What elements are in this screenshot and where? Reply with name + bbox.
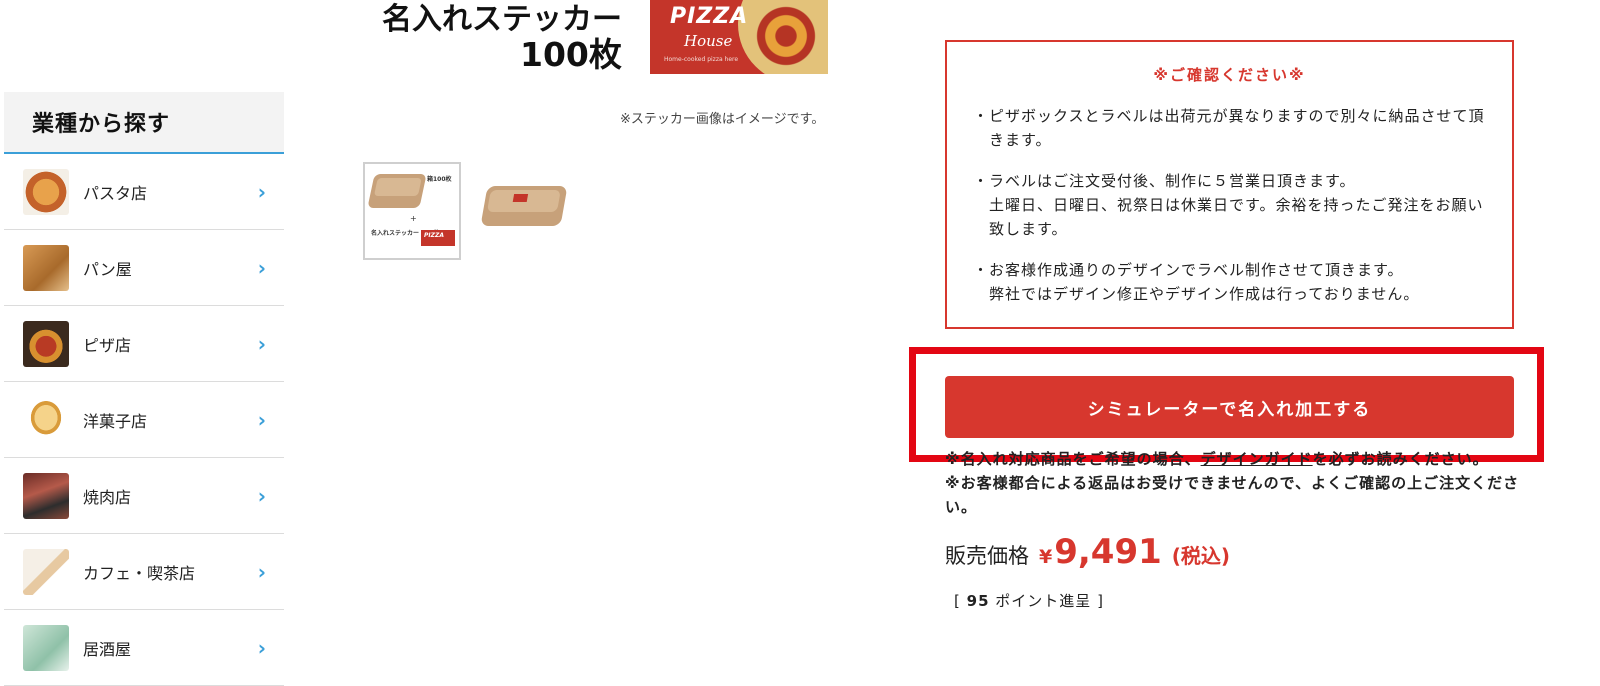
plus-sign: + <box>410 214 417 223</box>
sticker-word: PIZZA <box>424 232 444 239</box>
product-thumbnail-box[interactable] <box>476 162 574 260</box>
pizza-box-image <box>480 186 568 226</box>
notice-title: ※ご確認ください※ <box>1153 66 1306 84</box>
sidebar-item-pastry[interactable]: 洋菓子店 › <box>4 382 284 458</box>
cake-thumbnail <box>23 396 69 443</box>
chevron-right-icon: › <box>257 407 266 432</box>
sticker-title-line2: 100枚 <box>520 35 622 74</box>
points-bracket-close: ] <box>1097 592 1104 610</box>
sidebar-item-label: パスタ店 <box>83 183 148 203</box>
sidebar-item-cafe[interactable]: カフェ・喫茶店 › <box>4 534 284 610</box>
sidebar-item-label: 焼肉店 <box>83 487 132 507</box>
points-bracket-open: [ <box>954 592 961 610</box>
izakaya-thumbnail <box>23 624 69 671</box>
pizza-box-image <box>367 174 427 208</box>
notice-item: お客様作成通りのデザインでラベル制作させて頂きます。 弊社ではデザイン修正やデザ… <box>973 258 1493 306</box>
sidebar-item-izakaya[interactable]: 居酒屋 › <box>4 610 284 686</box>
sidebar-item-label: 洋菓子店 <box>83 411 148 431</box>
sidebar-item-bakery[interactable]: パン屋 › <box>4 230 284 306</box>
price-label: 販売価格 <box>945 544 1029 568</box>
sidebar-item-label: パン屋 <box>83 259 132 279</box>
box-count-label: 箱100枚 <box>427 176 452 183</box>
cafe-thumbnail <box>23 548 69 595</box>
image-note: ※ステッカー画像はイメージです。 <box>620 112 825 127</box>
design-guide-link[interactable]: デザインガイド <box>1201 450 1313 468</box>
price-currency: ¥ <box>1039 546 1053 568</box>
points-text: ポイント進呈 <box>995 592 1092 610</box>
notice-list: ピザボックスとラベルは出荷元が異なりますので別々に納品させて頂きます。 ラベルは… <box>973 104 1493 323</box>
chevron-right-icon: › <box>257 559 266 584</box>
guide-note-prefix: ※名入れ対応商品をご希望の場合、 <box>945 450 1201 468</box>
guide-note-suffix: を必ずお読みください。 <box>1312 450 1489 468</box>
sidebar-heading: 業種から探す <box>4 92 284 154</box>
category-sidebar: 業種から探す パスタ店 › パン屋 › ピザ店 › 洋菓子店 › 焼肉店 › カ… <box>4 92 284 686</box>
points-reward: [ 95 ポイント進呈 ] <box>954 590 1104 611</box>
sidebar-item-label: 居酒屋 <box>83 639 132 659</box>
design-guide-note: ※名入れ対応商品をご希望の場合、デザインガイドを必ずお読みください。 <box>945 448 1515 469</box>
pasta-thumbnail <box>23 168 69 215</box>
sidebar-item-label: カフェ・喫茶店 <box>83 563 196 583</box>
pizza-thumbnail <box>23 320 69 367</box>
chevron-right-icon: › <box>257 331 266 356</box>
sidebar-item-yakiniku[interactable]: 焼肉店 › <box>4 458 284 534</box>
chevron-right-icon: › <box>257 483 266 508</box>
product-thumbnail-set[interactable]: 箱100枚 + 名入れステッカー 100枚 PIZZA <box>363 162 461 260</box>
chevron-right-icon: › <box>257 255 266 280</box>
sticker-image: PIZZA <box>421 230 455 246</box>
chevron-right-icon: › <box>257 179 266 204</box>
price-value: 9,491 <box>1054 532 1162 572</box>
bread-thumbnail <box>23 244 69 291</box>
notice-item: ラベルはご注文受付後、制作に５営業日頂きます。 土曜日、日曜日、祝祭日は休業日で… <box>973 169 1493 241</box>
return-policy-note: ※お客様都合による返品はお受けできませんので、よくご確認の上ご注文ください。 <box>945 474 1520 516</box>
yakiniku-thumbnail <box>23 472 69 519</box>
logo-tagline: Home-cooked pizza here <box>664 56 739 63</box>
chevron-right-icon: › <box>257 635 266 660</box>
points-value: 95 <box>966 592 990 610</box>
price-tax-label: (税込) <box>1171 544 1231 568</box>
sidebar-item-pasta[interactable]: パスタ店 › <box>4 154 284 230</box>
price-row: 販売価格 ¥ 9,491 (税込) <box>945 532 1230 572</box>
notice-item: ピザボックスとラベルは出荷元が異なりますので別々に納品させて頂きます。 <box>973 104 1493 152</box>
logo-word: PIZZA <box>670 4 749 29</box>
logo-script: House <box>684 32 733 50</box>
simulator-customize-button[interactable]: シミュレーターで名入れ加工する <box>945 376 1514 438</box>
sidebar-item-pizza[interactable]: ピザ店 › <box>4 306 284 382</box>
pizza-illustration <box>738 0 828 74</box>
pizza-house-logo: PIZZA House Home-cooked pizza here <box>650 0 828 74</box>
confirmation-notice: ※ご確認ください※ ピザボックスとラベルは出荷元が異なりますので別々に納品させて… <box>945 40 1514 329</box>
sidebar-item-label: ピザ店 <box>83 335 132 355</box>
